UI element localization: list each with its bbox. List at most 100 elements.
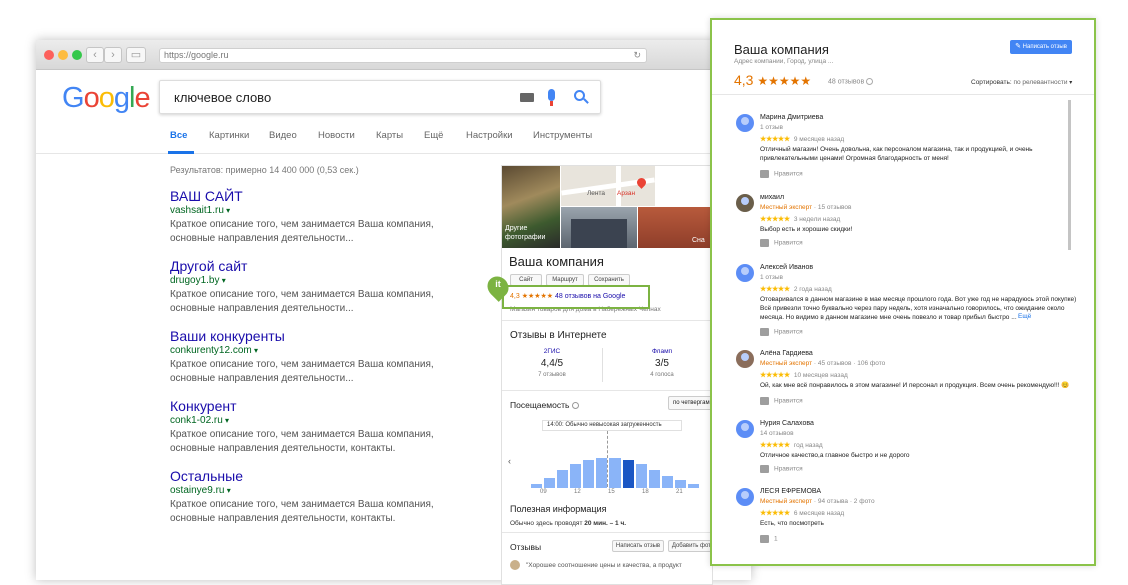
sort-control[interactable]: Сортировать: по релевантности ▾ [971, 79, 1072, 86]
attendance-bar[interactable] [648, 470, 660, 488]
avatar [736, 264, 754, 282]
search-tabs: Все Картинки Видео Новости Карты Ещё Нас… [36, 130, 751, 154]
attendance-bar[interactable] [570, 464, 582, 488]
back-icon[interactable]: ‹ [86, 47, 104, 63]
avatar [736, 488, 754, 506]
reviewer-meta-text: · 94 отзыва · 2 фото [812, 498, 875, 505]
reviewer-meta-text: · 45 отзывов · 106 фото [812, 360, 886, 367]
review-date: 3 недели назад [793, 216, 841, 223]
write-review-button[interactable]: Написать отзыв [612, 540, 664, 552]
microphone-icon[interactable] [548, 89, 555, 101]
photos-label: фотографии [505, 234, 546, 241]
maximize-window-icon[interactable] [72, 50, 82, 60]
keyboard-icon[interactable] [520, 93, 534, 102]
review-text: Отоваривался в данном магазине в мае мес… [760, 296, 1077, 321]
attendance-bar[interactable] [596, 458, 608, 488]
expert-badge: Местный эксперт [760, 498, 813, 505]
attendance-bar[interactable] [583, 460, 595, 488]
result-url[interactable]: conkurenty12.com [170, 344, 500, 358]
result-url[interactable]: conk1-02.ru [170, 414, 500, 428]
store-photo[interactable]: Другие фотографии [502, 166, 560, 248]
reviewer-meta-text: 1 отзыв [760, 274, 783, 281]
review-stars: ★★★★★ 6 месяцев назад [760, 509, 844, 517]
attendance-bar[interactable] [674, 480, 686, 488]
result-title[interactable]: Остальные [170, 468, 500, 484]
result-url[interactable]: ostainye9.ru [170, 484, 500, 498]
like-button[interactable]: Нравится [760, 328, 803, 336]
attendance-bar[interactable] [635, 464, 647, 488]
tab-settings[interactable]: Настройки [466, 130, 513, 141]
result-snippet: основные направления деятельности... [170, 373, 354, 384]
reviewer-name[interactable]: Алексей Иванов [760, 264, 813, 271]
help-icon[interactable] [866, 78, 874, 85]
result-title[interactable]: Другой сайт [170, 258, 500, 274]
attendance-bar[interactable] [544, 478, 556, 488]
result-snippet: основные направления деятельности... [170, 303, 354, 314]
review-source[interactable]: Фламп 3/5 4 голоса [632, 348, 692, 378]
reviewer-name[interactable]: Алёна Гардиева [760, 350, 813, 357]
tab-more[interactable]: Ещё [424, 130, 443, 141]
tab-tools[interactable]: Инструменты [533, 130, 592, 141]
dialog-count-text: 48 отзывов [828, 78, 865, 86]
browser-toolbar: ‹ › ▭ https://google.ru ↻ [36, 40, 751, 70]
review-quote: "Хорошее соотношение цены и качества, а … [526, 562, 682, 569]
reviewer-name[interactable]: михаил [760, 194, 784, 201]
useful-info-duration: 20 мин. – 1 ч. [584, 520, 627, 527]
business-title: Ваша компания [509, 254, 604, 269]
building-photo[interactable]: Сна [638, 207, 712, 248]
like-label: Нравится [774, 328, 803, 336]
attendance-bar[interactable] [687, 484, 699, 488]
attendance-bar[interactable] [661, 476, 673, 488]
sidebar-toggle-icon[interactable]: ▭ [126, 47, 146, 63]
like-button[interactable]: Нравится [760, 170, 803, 178]
tab-images[interactable]: Картинки [209, 130, 249, 141]
result-title[interactable]: ВАШ САЙТ [170, 188, 500, 204]
tab-all[interactable]: Все [170, 130, 187, 141]
like-button[interactable]: Нравится [760, 397, 803, 405]
chevron-left-icon[interactable]: ‹ [508, 456, 511, 466]
more-link[interactable]: Ещё [1018, 313, 1031, 320]
forward-icon[interactable]: › [104, 47, 122, 63]
attendance-bar[interactable] [622, 460, 634, 488]
reviewer-meta-text: 14 отзывов [760, 430, 794, 437]
storefront-photo[interactable] [561, 207, 637, 248]
result-url[interactable]: drugoy1.by [170, 274, 500, 288]
reload-icon[interactable]: ↻ [633, 49, 641, 62]
attendance-bar[interactable] [531, 484, 543, 488]
search-input[interactable]: ключевое слово [174, 90, 271, 105]
review-date: 6 месяцев назад [793, 510, 845, 517]
result-snippet: Краткое описание того, чем занимается Ва… [170, 499, 434, 510]
minimize-window-icon[interactable] [58, 50, 68, 60]
review-stars-glyphs: ★★★★★ [760, 510, 790, 517]
sort-label: Сортировать: [971, 79, 1012, 86]
info-icon[interactable] [571, 402, 579, 410]
reviewer-name[interactable]: ЛЕСЯ ЕФРЕМОВА [760, 488, 821, 495]
reviewer-meta: 14 отзывов [760, 430, 794, 437]
search-box[interactable]: ключевое слово [159, 80, 601, 114]
useful-info-text: Обычно здесь проводят 20 мин. – 1 ч. [510, 520, 626, 527]
result-url[interactable]: vashsait1.ru [170, 204, 500, 218]
result-title[interactable]: Конкурент [170, 398, 500, 414]
like-button[interactable]: Нравится [760, 465, 803, 473]
like-button[interactable]: Нравится [760, 239, 803, 247]
thumbs-up-icon [760, 535, 769, 543]
attendance-bar[interactable] [557, 470, 569, 488]
close-window-icon[interactable] [44, 50, 54, 60]
thumbs-up-icon [760, 328, 769, 336]
write-review-button[interactable]: ✎ Написать отзыв [1010, 40, 1072, 54]
reviewer-name[interactable]: Нурия Салахова [760, 420, 814, 427]
tab-maps[interactable]: Карты [376, 130, 403, 141]
like-button[interactable]: 1 [760, 535, 778, 543]
add-photo-button[interactable]: Добавить фото [668, 540, 712, 552]
tab-videos[interactable]: Видео [269, 130, 297, 141]
map-thumbnail[interactable]: Лента Арзан [561, 166, 655, 206]
google-logo[interactable]: Google [62, 82, 151, 115]
review-source[interactable]: 2ГИС 4,4/5 7 отзывов [522, 348, 582, 378]
attendance-bar[interactable] [609, 458, 621, 488]
tab-news[interactable]: Новости [318, 130, 355, 141]
active-tab-indicator [168, 151, 194, 154]
day-select[interactable]: по четвергам [668, 396, 712, 410]
result-title[interactable]: Ваши конкуренты [170, 328, 500, 344]
address-bar[interactable]: https://google.ru ↻ [159, 48, 647, 63]
reviewer-name[interactable]: Марина Дмитриева [760, 114, 823, 121]
